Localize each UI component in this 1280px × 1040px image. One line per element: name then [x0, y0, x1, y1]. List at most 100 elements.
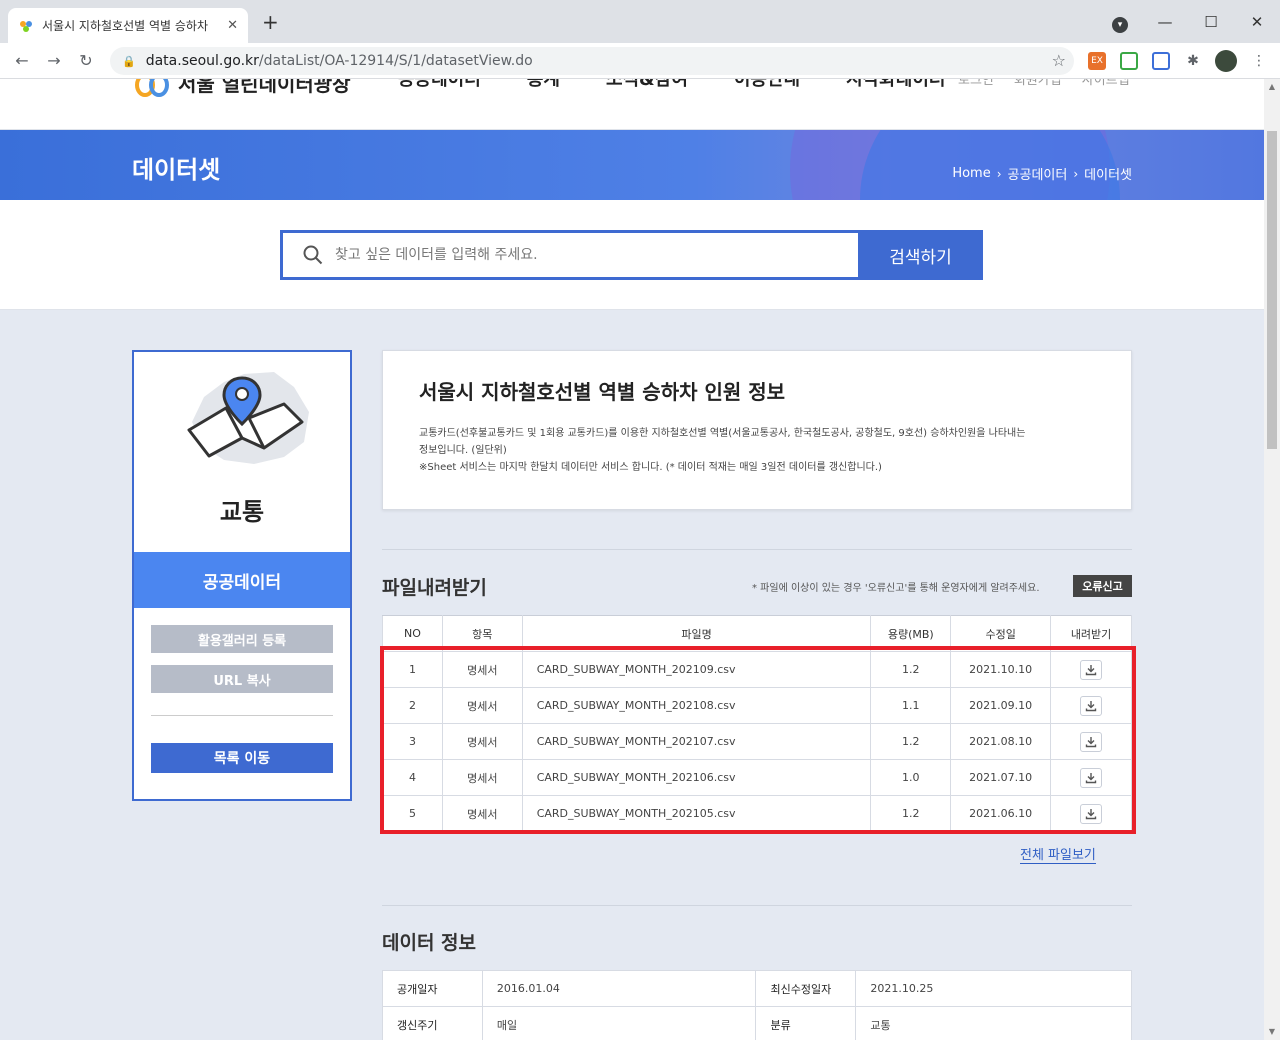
- main-nav: 공공데이터 통계 소식&참여 이용안내 시각화데이터: [398, 79, 991, 91]
- cell-size: 1.2: [870, 723, 952, 760]
- puzzle-extensions-icon[interactable]: ✱: [1184, 52, 1202, 70]
- browser-menu-icon[interactable]: ⋮: [1250, 52, 1268, 70]
- divider: [382, 905, 1132, 906]
- info-value: 2021.10.25: [855, 970, 1132, 1007]
- profile-avatar[interactable]: [1215, 50, 1237, 72]
- cell-size: 1.2: [870, 795, 952, 832]
- reload-icon[interactable]: ↻: [74, 49, 98, 73]
- cell-download: [1050, 687, 1132, 724]
- scrollbar-thumb[interactable]: [1267, 131, 1277, 449]
- downloads-heading: 파일내려받기: [382, 577, 487, 599]
- table-row: 공개일자 2016.01.04 최신수정일자 2021.10.25: [382, 970, 1132, 1007]
- table-header-row: NO 항목 파일명 용량(MB) 수정일 내려받기: [382, 615, 1132, 652]
- breadcrumb-public-data[interactable]: 공공데이터: [1008, 164, 1068, 183]
- breadcrumb: Home › 공공데이터 › 데이터셋: [952, 164, 1132, 183]
- page-banner: 데이터셋 Home › 공공데이터 › 데이터셋: [0, 130, 1264, 200]
- nav-item-statistics[interactable]: 통계: [527, 79, 560, 91]
- site-favicon-icon: [18, 18, 34, 34]
- info-value: 매일: [481, 1006, 757, 1040]
- window-close-icon[interactable]: ✕: [1234, 13, 1280, 31]
- breadcrumb-dataset[interactable]: 데이터셋: [1084, 164, 1132, 183]
- extension-icon[interactable]: [1120, 52, 1138, 70]
- search-button[interactable]: 검색하기: [858, 230, 983, 280]
- info-key: 최신수정일자: [755, 970, 857, 1007]
- maximize-icon[interactable]: ☐: [1188, 13, 1234, 31]
- info-value: 교통: [855, 1006, 1132, 1040]
- cell-filename: CARD_SUBWAY_MONTH_202108.csv: [521, 687, 872, 724]
- nav-item-guide[interactable]: 이용안내: [734, 79, 800, 91]
- column-header: NO: [382, 615, 443, 652]
- site-header: 서울 열린데이터광장 공공데이터 통계 소식&참여 이용안내 시각화데이터 로그…: [0, 79, 1264, 130]
- tab-close-icon[interactable]: ✕: [227, 18, 238, 33]
- site-logo[interactable]: 서울 열린데이터광장: [134, 79, 351, 99]
- map-pin-icon: [187, 372, 309, 464]
- download-icon[interactable]: [1080, 803, 1103, 824]
- divider: [151, 715, 333, 716]
- chevron-right-icon: ›: [996, 166, 1002, 181]
- cell-date: 2021.08.10: [950, 723, 1052, 760]
- view-all-files-link[interactable]: 전체 파일보기: [1020, 844, 1096, 864]
- minimize-icon[interactable]: —: [1142, 13, 1188, 31]
- new-tab-icon[interactable]: +: [262, 12, 279, 32]
- info-key: 공개일자: [382, 970, 483, 1007]
- column-header: 내려받기: [1050, 615, 1132, 652]
- cell-date: 2021.10.10: [950, 651, 1052, 688]
- info-key: 갱신주기: [382, 1006, 483, 1040]
- column-header: 용량(MB): [870, 615, 952, 652]
- browser-tab[interactable]: 서울시 지하철호선별 역별 승하차 ✕: [8, 8, 248, 43]
- divider: [382, 549, 1132, 550]
- table-row: 1 명세서 CARD_SUBWAY_MONTH_202109.csv 1.2 2…: [382, 651, 1132, 688]
- section-label: 공공데이터: [134, 552, 350, 608]
- sitemap-link[interactable]: 사이트맵: [1082, 79, 1130, 88]
- extension-icon[interactable]: [1152, 52, 1170, 70]
- scroll-down-icon[interactable]: ▼: [1264, 1024, 1280, 1040]
- cell-size: 1.2: [870, 651, 952, 688]
- forward-icon[interactable]: →: [42, 49, 66, 73]
- cell-no: 2: [382, 687, 443, 724]
- address-bar[interactable]: 🔒 data.seoul.go.kr /dataList/OA-12914/S/…: [110, 47, 1074, 75]
- cell-download: [1050, 723, 1132, 760]
- gallery-register-button[interactable]: 활용갤러리 등록: [151, 625, 333, 653]
- error-report-notice: * 파일에 이상이 있는 경우 '오류신고'를 통해 운영자에게 알려주세요.: [752, 583, 1040, 594]
- download-icon[interactable]: [1080, 659, 1103, 680]
- cell-size: 1.0: [870, 759, 952, 796]
- nav-item-news[interactable]: 소식&참여: [606, 79, 688, 91]
- signup-link[interactable]: 회원가입: [1014, 79, 1062, 88]
- cell-download: [1050, 759, 1132, 796]
- chevron-right-icon: ›: [1073, 166, 1079, 181]
- download-icon[interactable]: [1080, 731, 1103, 752]
- download-icon[interactable]: [1080, 767, 1103, 788]
- description-line: ※Sheet 서비스는 마지막 한달치 데이터만 서비스 합니다. (* 데이터…: [419, 462, 882, 473]
- table-row: 5 명세서 CARD_SUBWAY_MONTH_202105.csv 1.2 2…: [382, 795, 1132, 832]
- nav-item-public-data[interactable]: 공공데이터: [398, 79, 481, 91]
- download-icon[interactable]: [1080, 695, 1103, 716]
- info-key: 분류: [755, 1006, 857, 1040]
- search-input[interactable]: [335, 247, 815, 263]
- bookmark-star-icon[interactable]: ☆: [1052, 51, 1066, 70]
- cell-size: 1.1: [870, 687, 952, 724]
- breadcrumb-home[interactable]: Home: [952, 166, 990, 181]
- extension-icon[interactable]: EX: [1088, 52, 1106, 70]
- scroll-up-icon[interactable]: ▲: [1264, 79, 1280, 95]
- cell-no: 3: [382, 723, 443, 760]
- error-report-button[interactable]: 오류신고: [1073, 575, 1132, 597]
- back-to-list-button[interactable]: 목록 이동: [151, 743, 333, 773]
- column-header: 파일명: [521, 615, 872, 652]
- back-icon[interactable]: ←: [10, 49, 34, 73]
- page-scrollbar[interactable]: ▲ ▼: [1264, 79, 1280, 1040]
- cell-filename: CARD_SUBWAY_MONTH_202109.csv: [521, 651, 872, 688]
- cell-filename: CARD_SUBWAY_MONTH_202105.csv: [521, 795, 872, 832]
- util-menu: 로그인 회원가입 사이트맵: [958, 79, 1150, 88]
- tab-search-icon[interactable]: ▾: [1112, 17, 1128, 33]
- browser-tabbar: 서울시 지하철호선별 역별 승하차 ✕ + ▾ — ☐ ✕: [0, 0, 1280, 43]
- url-copy-button[interactable]: URL 복사: [151, 665, 333, 693]
- cell-type: 명세서: [441, 795, 523, 832]
- login-link[interactable]: 로그인: [958, 79, 994, 88]
- url-path: /dataList/OA-12914/S/1/datasetView.do: [258, 53, 533, 69]
- nav-item-visualization[interactable]: 시각화데이터: [846, 79, 945, 91]
- tab-title: 서울시 지하철호선별 역별 승하차: [42, 19, 209, 33]
- url-host: data.seoul.go.kr: [145, 53, 259, 69]
- cell-date: 2021.06.10: [950, 795, 1052, 832]
- dataset-description: 교통카드(선후불교통카드 및 1회용 교통카드)를 이용한 지하철호선별 역별(…: [419, 425, 1109, 476]
- logo-text: 서울 열린데이터광장: [178, 79, 351, 96]
